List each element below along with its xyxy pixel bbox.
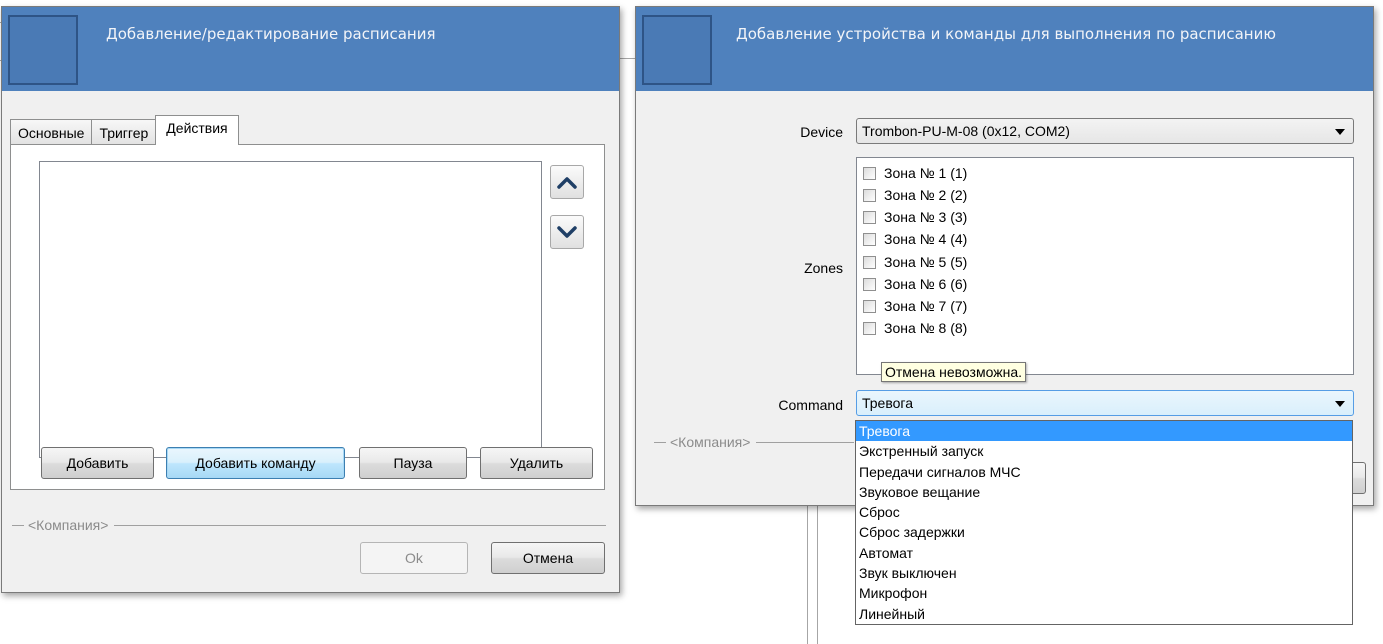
zones-checklist[interactable]: Зона № 1 (1) Зона № 2 (2) Зона № 3 (3) З… bbox=[856, 157, 1354, 375]
tab-strip: Основные Триггер Действия bbox=[10, 115, 239, 145]
command-option[interactable]: Сброс задержки bbox=[856, 522, 1352, 542]
dialog-header: Добавление/редактирование расписания bbox=[2, 7, 619, 91]
zone-checkbox[interactable] bbox=[863, 255, 876, 269]
pause-button[interactable]: Пауза bbox=[359, 447, 467, 479]
command-select-value: Тревога bbox=[862, 395, 913, 411]
chevron-up-icon bbox=[557, 177, 577, 189]
tab-main[interactable]: Основные bbox=[10, 119, 93, 145]
ok-button[interactable]: Ok bbox=[360, 542, 468, 574]
zone-item[interactable]: Зона № 7 (7) bbox=[863, 295, 967, 317]
command-option[interactable]: Звук выключен bbox=[856, 563, 1352, 583]
zone-checkbox[interactable] bbox=[863, 277, 876, 291]
command-option[interactable]: Передачи сигналов МЧС bbox=[856, 462, 1352, 482]
dialog-title: Добавление/редактирование расписания bbox=[106, 25, 436, 43]
zone-item[interactable]: Зона № 5 (5) bbox=[863, 251, 967, 273]
zone-item[interactable]: Зона № 1 (1) bbox=[863, 162, 967, 184]
schedule-dialog: Добавление/редактирование расписания Осн… bbox=[1, 6, 620, 593]
command-dropdown-list: Тревога Экстренный запуск Передачи сигна… bbox=[855, 420, 1353, 625]
zone-item[interactable]: Зона № 2 (2) bbox=[863, 184, 967, 206]
actions-list[interactable] bbox=[39, 161, 542, 458]
command-label: Command bbox=[778, 397, 843, 413]
zone-checkbox[interactable] bbox=[863, 210, 876, 224]
zone-checkbox[interactable] bbox=[863, 321, 876, 335]
chevron-down-icon bbox=[557, 226, 577, 238]
zone-item[interactable]: Зона № 3 (3) bbox=[863, 206, 967, 228]
zone-checkbox[interactable] bbox=[863, 232, 876, 246]
zone-item[interactable]: Зона № 6 (6) bbox=[863, 273, 967, 295]
command-option[interactable]: Линейный bbox=[856, 604, 1352, 624]
cancel-button[interactable]: Отмена bbox=[491, 542, 605, 574]
add-button[interactable]: Добавить bbox=[41, 447, 154, 479]
command-select[interactable]: Тревога bbox=[856, 390, 1354, 416]
command-option[interactable]: Тревога bbox=[856, 421, 1352, 442]
move-up-button[interactable] bbox=[550, 165, 584, 199]
zone-checkbox[interactable] bbox=[863, 166, 876, 180]
device-select[interactable]: Trombon-PU-M-08 (0x12, COM2) bbox=[856, 118, 1354, 144]
background-window-edge bbox=[817, 505, 818, 644]
company-group-label: <Компания> bbox=[654, 434, 854, 450]
background-window-edge bbox=[807, 505, 808, 644]
command-option[interactable]: Экстренный запуск bbox=[856, 441, 1352, 461]
chevron-down-icon bbox=[1335, 401, 1345, 407]
command-option[interactable]: Автомат bbox=[856, 543, 1352, 563]
zone-item[interactable]: Зона № 4 (4) bbox=[863, 228, 967, 250]
dialog-title: Добавление устройства и команды для выпо… bbox=[736, 25, 1276, 43]
command-option[interactable]: Микрофон bbox=[856, 583, 1352, 603]
command-option[interactable]: Звуковое вещание bbox=[856, 482, 1352, 502]
zones-label: Zones bbox=[804, 260, 843, 276]
dialog-header: Добавление устройства и команды для выпо… bbox=[636, 7, 1373, 91]
chevron-down-icon bbox=[1335, 129, 1345, 135]
dialog-logo bbox=[642, 15, 712, 85]
zone-checkbox[interactable] bbox=[863, 188, 876, 202]
device-label: Device bbox=[800, 124, 843, 140]
zone-item[interactable]: Зона № 8 (8) bbox=[863, 317, 967, 339]
actions-tab-page: Добавить Добавить команду Пауза Удалить bbox=[10, 144, 605, 490]
zone-checkbox[interactable] bbox=[863, 299, 876, 313]
dialog-logo bbox=[8, 15, 78, 85]
add-command-button[interactable]: Добавить команду bbox=[166, 447, 345, 479]
move-down-button[interactable] bbox=[550, 215, 584, 249]
delete-button[interactable]: Удалить bbox=[480, 447, 593, 479]
command-option[interactable]: Сброс bbox=[856, 502, 1352, 522]
tab-trigger[interactable]: Триггер bbox=[91, 119, 157, 145]
tab-actions[interactable]: Действия bbox=[155, 115, 239, 145]
device-select-value: Trombon-PU-M-08 (0x12, COM2) bbox=[862, 123, 1070, 139]
tooltip: Отмена невозможна. bbox=[881, 362, 1026, 382]
company-group-label: <Компания> bbox=[12, 517, 606, 533]
